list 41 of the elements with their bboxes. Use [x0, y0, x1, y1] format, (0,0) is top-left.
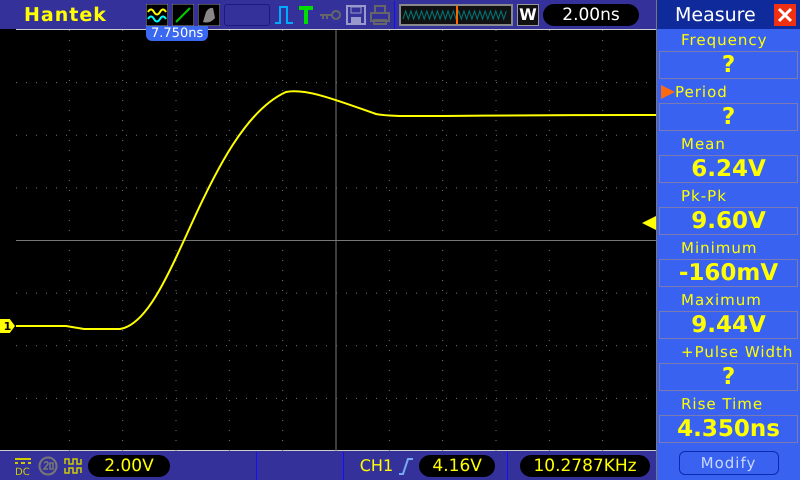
- xy-mode-icon[interactable]: [172, 4, 194, 26]
- save-icon[interactable]: [346, 4, 366, 26]
- trigger-source-label: CH1: [360, 456, 394, 475]
- trigger-level-marker-icon: [642, 216, 656, 230]
- measurement-value: ?: [659, 363, 798, 391]
- measurement-label[interactable]: Rise Time: [661, 395, 764, 413]
- frequency-readout: 10.2787KHz: [520, 454, 650, 476]
- measurement-label[interactable]: Pk-Pk: [661, 187, 727, 205]
- measurement-value: 9.44V: [659, 311, 798, 339]
- measurement-value: 4.350ns: [659, 415, 798, 443]
- pulse-icon[interactable]: [274, 4, 294, 26]
- measurement-value: 6.24V: [659, 155, 798, 183]
- measurement-value: ?: [659, 51, 798, 79]
- rising-edge-icon: [399, 456, 414, 476]
- trigger-position-marker[interactable]: 7.750ns: [146, 26, 208, 41]
- close-button[interactable]: [774, 4, 796, 26]
- measurement-label[interactable]: Period: [675, 83, 728, 101]
- measurement-label[interactable]: Mean: [661, 135, 726, 153]
- channel-scale-readout: 2.00V: [88, 454, 170, 476]
- persistence-icon[interactable]: [198, 4, 220, 26]
- measurement-label[interactable]: Minimum: [661, 239, 758, 257]
- waveform-overview-icon: [399, 4, 513, 26]
- invert-icon: [64, 456, 82, 476]
- modify-button[interactable]: Modify: [678, 450, 778, 474]
- channel-marker: 1: [0, 319, 15, 333]
- trigger-level-readout: 4.16V: [419, 454, 496, 476]
- measurement-value: -160mV: [659, 259, 798, 287]
- brand-logo: Hantek: [24, 4, 108, 26]
- bandwidth-limit-icon: [38, 456, 58, 476]
- waveform-display-icon[interactable]: [146, 4, 168, 26]
- panel-title: Measure: [675, 4, 756, 26]
- measurement-value: ?: [659, 103, 798, 131]
- measurement-label[interactable]: +Pulse Width: [661, 343, 794, 361]
- status-box: [224, 4, 270, 26]
- zoom-key[interactable]: W: [517, 4, 539, 26]
- measurement-value: 9.60V: [659, 207, 798, 235]
- timebase-readout: 2.00ns: [543, 4, 639, 26]
- trigger-t-icon[interactable]: [298, 4, 314, 26]
- measurement-label[interactable]: Frequency: [661, 31, 768, 49]
- measurement-label[interactable]: Maximum: [661, 291, 762, 309]
- close-icon: [777, 6, 793, 22]
